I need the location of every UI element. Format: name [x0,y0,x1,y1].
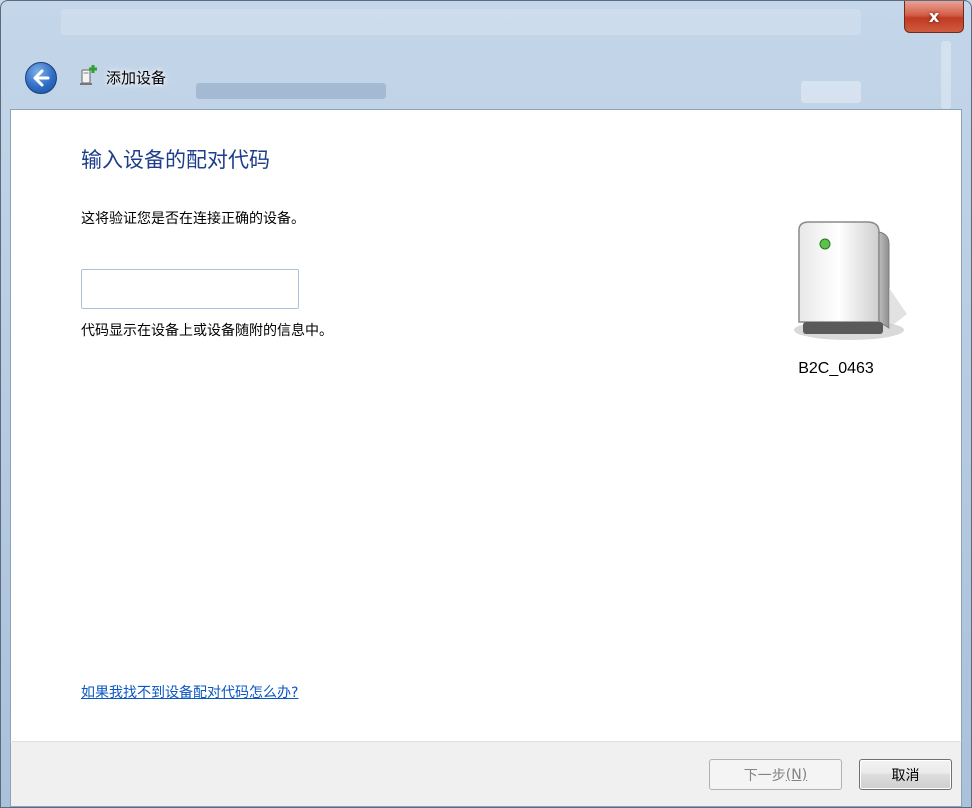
aero-glass-blur [941,41,951,109]
add-device-window: 添加设备 x 输入设备的配对代码 这将验证您是否在连接正确的设备。 代码显示在设… [0,0,972,808]
device-name: B2C_0463 [798,360,874,377]
button-bar: 下一步 (N) 取消 [10,741,962,807]
page-heading: 输入设备的配对代码 [81,148,270,172]
next-button-label: 下一步 [743,767,786,784]
back-arrow-icon [33,69,50,87]
window-title: 添加设备 [106,69,167,87]
aero-glass-blur [801,81,861,103]
help-link-pairing-code[interactable]: 如果我找不到设备配对代码怎么办? [81,682,298,702]
next-button[interactable]: 下一步 (N) [709,759,842,790]
aero-glass-blur [196,83,386,99]
page-description: 这将验证您是否在连接正确的设备。 [81,211,305,227]
code-hint: 代码显示在设备上或设备随附的信息中。 [81,323,333,339]
aero-glass-blur [61,9,861,35]
add-device-icon [80,65,97,85]
content-panel: 输入设备的配对代码 这将验证您是否在连接正确的设备。 代码显示在设备上或设备随附… [10,109,962,741]
close-button[interactable]: x [904,1,964,33]
pairing-code-input[interactable] [81,269,299,309]
next-button-accelerator: (N) [785,766,808,783]
cancel-button[interactable]: 取消 [859,759,952,790]
back-button[interactable] [25,62,57,94]
generic-device-icon [794,221,907,340]
close-icon: x [928,7,940,26]
title-bar[interactable]: 添加设备 x [1,1,971,109]
